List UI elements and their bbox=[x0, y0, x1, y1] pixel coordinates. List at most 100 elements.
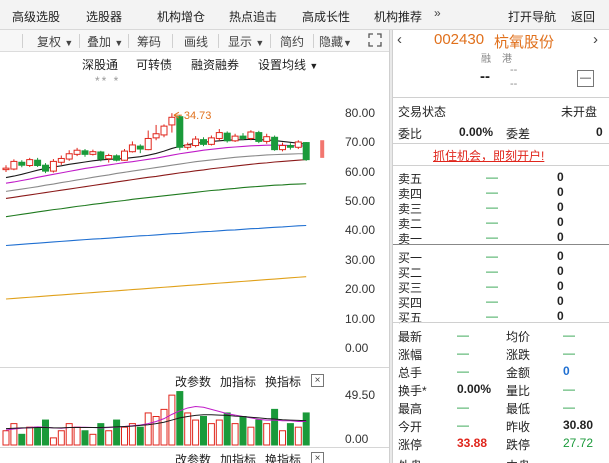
stat-value: — bbox=[563, 382, 575, 396]
order-diff-value: 0 bbox=[596, 125, 603, 139]
toolbar-display[interactable]: 显示 ▼ bbox=[228, 33, 264, 50]
chevron-right-icon[interactable]: › bbox=[593, 31, 598, 48]
bullish-candle bbox=[192, 138, 200, 147]
stat-value: 0 bbox=[563, 364, 570, 378]
stat-value: — bbox=[457, 346, 469, 360]
ask-volume: 0 bbox=[557, 185, 564, 199]
nav-high-growth[interactable]: 高成长性 bbox=[302, 8, 350, 25]
bid-volume: 0 bbox=[557, 279, 564, 293]
open-navigation-button[interactable]: 打开导航 bbox=[508, 8, 556, 25]
toolbar-overlay[interactable]: 叠加 ▼ bbox=[87, 33, 123, 50]
stat-value: 30.80 bbox=[563, 418, 594, 432]
nav-hotspot-tracking[interactable]: 热点追击 bbox=[229, 8, 277, 25]
moving-average-line bbox=[5, 276, 307, 300]
chart-toolbar: 复权 ▼ 叠加 ▼ 筹码 画线 显示 ▼ 简约 隐藏▼ bbox=[0, 30, 389, 52]
change-params-link[interactable]: 改参数 bbox=[175, 373, 211, 390]
ask-price: — bbox=[486, 185, 498, 199]
chevron-left-icon[interactable]: ‹ bbox=[397, 31, 402, 48]
price-axis-tick: 10.00 bbox=[345, 311, 376, 326]
candlestick-chart[interactable]: 34.73 bbox=[0, 52, 345, 463]
price-axis-tick: 30.00 bbox=[345, 252, 376, 267]
chart-separator bbox=[0, 367, 389, 368]
add-indicator-link[interactable]: 加指标 bbox=[220, 373, 256, 390]
stat-label: 涨跌 bbox=[506, 348, 531, 362]
ask-volume: 0 bbox=[557, 170, 564, 184]
close-indicator-icon[interactable]: × bbox=[311, 452, 324, 463]
bullish-candle bbox=[73, 149, 81, 155]
bullish-candle bbox=[144, 137, 152, 151]
stat-value: — bbox=[457, 400, 469, 414]
nav-institution-holdings[interactable]: 机构增仓 bbox=[157, 8, 205, 25]
stat-value: — bbox=[563, 328, 575, 342]
stat-label: 均价 bbox=[506, 330, 531, 344]
bearish-candle bbox=[97, 151, 105, 160]
bullish-candle bbox=[168, 116, 176, 126]
stat-label: 涨幅 bbox=[398, 348, 423, 362]
volume-axis-tick: 0.00 bbox=[345, 432, 369, 446]
trade-status-value: 未开盘 bbox=[561, 105, 598, 119]
volume-bar bbox=[239, 416, 247, 446]
volume-bar bbox=[255, 419, 263, 446]
remove-watchlist-button[interactable]: — bbox=[577, 70, 594, 87]
open-account-promo-link[interactable]: 抓住机会，即刻开户! bbox=[433, 147, 544, 164]
volume-bar bbox=[49, 437, 57, 446]
toolbar-chips[interactable]: 筹码 bbox=[137, 33, 161, 50]
ask-volume: 0 bbox=[557, 200, 564, 214]
trade-status-label: 交易状态 bbox=[398, 105, 447, 119]
toolbar-hide[interactable]: 隐藏▼ bbox=[319, 33, 352, 50]
bearish-candle bbox=[302, 142, 310, 161]
bid-volume: 0 bbox=[557, 249, 564, 263]
nav-advanced-screener[interactable]: 高级选股 bbox=[12, 8, 60, 25]
bearish-candle bbox=[113, 155, 121, 161]
change-percent: -- bbox=[510, 78, 518, 90]
nav-institution-picks[interactable]: 机构推荐 bbox=[374, 8, 422, 25]
bullish-candle bbox=[57, 157, 65, 163]
margin-tag: 融 bbox=[481, 54, 491, 65]
chevron-down-icon: ▼ bbox=[343, 38, 352, 48]
bullish-candle bbox=[231, 135, 239, 142]
quote-panel: ‹ 002430 杭氧股份 › 融 港 -- -- -- — 交易状态 未开盘 … bbox=[393, 30, 609, 463]
volume-bar bbox=[34, 426, 42, 446]
bid-level-label: 买五 bbox=[398, 311, 423, 325]
bullish-candle bbox=[121, 150, 128, 161]
more-nav-icon[interactable]: » bbox=[434, 6, 441, 20]
stat-label: 涨停 bbox=[398, 438, 423, 452]
stat-label: 金额 bbox=[506, 366, 531, 380]
price-axis-tick: 0.00 bbox=[345, 341, 369, 355]
ask-bid-divider bbox=[393, 244, 609, 245]
nav-stock-screener[interactable]: 选股器 bbox=[86, 8, 122, 25]
volume-bar bbox=[81, 430, 89, 446]
toolbar-divider bbox=[79, 34, 80, 48]
toolbar-draw-line[interactable]: 画线 bbox=[184, 33, 208, 50]
volume-bar bbox=[184, 412, 192, 446]
bullish-candle bbox=[215, 132, 223, 139]
toolbar-simple[interactable]: 简约 bbox=[280, 33, 304, 50]
moving-average-line bbox=[5, 224, 307, 247]
switch-indicator-link[interactable]: 换指标 bbox=[265, 373, 301, 390]
chevron-down-icon: ▼ bbox=[64, 38, 74, 48]
volume-bar bbox=[200, 416, 207, 446]
moving-average-line bbox=[5, 183, 307, 218]
bullish-candle bbox=[160, 125, 168, 136]
bearish-candle bbox=[34, 159, 42, 167]
volume-bar bbox=[2, 430, 10, 446]
chevron-down-icon: ▼ bbox=[255, 38, 265, 48]
order-ratio-value: 0.00% bbox=[459, 125, 494, 139]
switch-indicator-link[interactable]: 换指标 bbox=[265, 451, 301, 463]
toolbar-divider bbox=[218, 34, 219, 48]
outer-volume-label: 外盘 bbox=[398, 457, 422, 463]
stat-label: 总手 bbox=[398, 366, 423, 380]
fullscreen-icon[interactable] bbox=[367, 32, 383, 48]
toolbar-restore-rights[interactable]: 复权 ▼ bbox=[37, 33, 73, 50]
change-params-link[interactable]: 改参数 bbox=[175, 451, 211, 463]
bid-price: — bbox=[486, 264, 498, 278]
stat-value: 27.72 bbox=[563, 436, 594, 450]
toolbar-label: 叠加 bbox=[87, 35, 112, 49]
volume-bar bbox=[231, 423, 239, 446]
bearish-candle bbox=[176, 116, 184, 148]
hk-connect-tag: 港 bbox=[502, 54, 512, 65]
add-indicator-link[interactable]: 加指标 bbox=[220, 451, 256, 463]
back-button[interactable]: 返回 bbox=[571, 8, 595, 25]
bearish-candle bbox=[239, 135, 247, 139]
close-indicator-icon[interactable]: × bbox=[311, 374, 324, 387]
